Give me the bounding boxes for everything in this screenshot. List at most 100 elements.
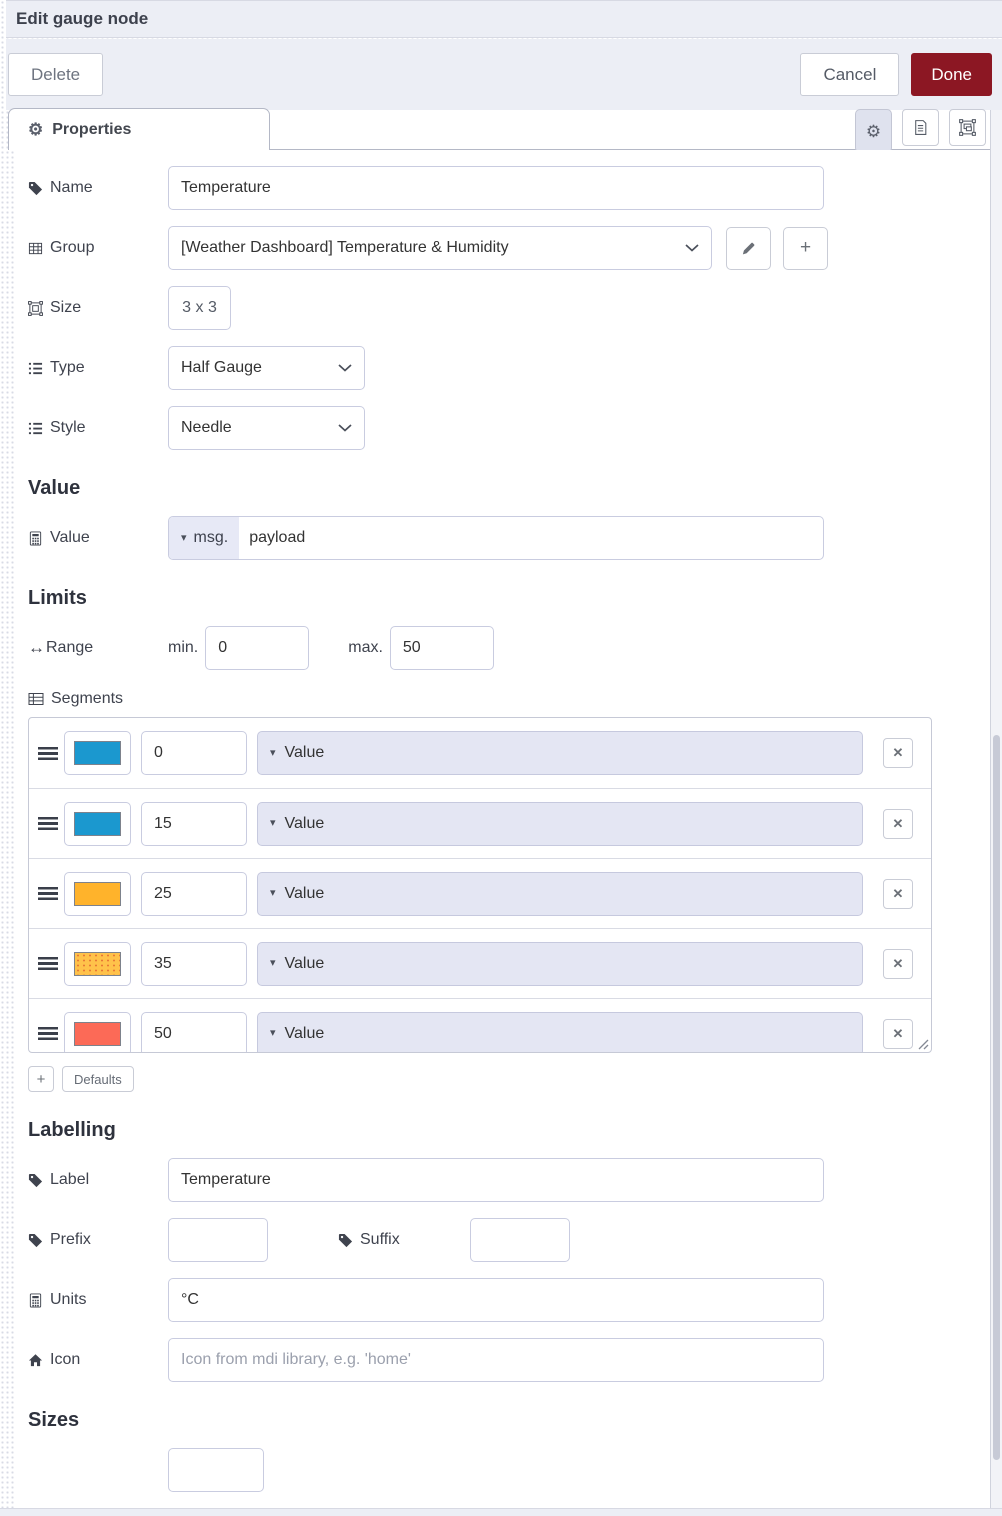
- list-icon: [28, 362, 43, 374]
- description-tab-button[interactable]: [902, 109, 939, 146]
- object-group-icon: [959, 119, 976, 136]
- tab-properties[interactable]: ⚙ Properties: [8, 108, 270, 150]
- gear-icon: ⚙: [865, 121, 882, 141]
- segment-type-dropdown[interactable]: ▾ Value: [257, 871, 863, 916]
- range-label: ↔ Range: [28, 638, 94, 657]
- size-row: Size 3 x 3: [28, 286, 990, 330]
- dialog-bottom-edge: [0, 1508, 1002, 1516]
- color-swatch: [74, 951, 121, 976]
- home-icon: [28, 1353, 43, 1366]
- segment-color-button[interactable]: [64, 1011, 131, 1052]
- value-input-text[interactable]: payload: [239, 529, 305, 547]
- name-input[interactable]: [168, 166, 824, 210]
- segment-value-input[interactable]: [141, 801, 247, 846]
- sizes-partial-input[interactable]: [168, 1448, 264, 1492]
- resize-handle-icon[interactable]: [914, 1035, 929, 1050]
- remove-segment-button[interactable]: ✕: [883, 878, 913, 909]
- segment-type-dropdown[interactable]: ▾ Value: [257, 731, 863, 775]
- size-button[interactable]: 3 x 3: [168, 286, 231, 330]
- add-segment-button[interactable]: +: [28, 1066, 54, 1092]
- segment-color-button[interactable]: [64, 801, 131, 846]
- scrollbar-track[interactable]: [990, 110, 1002, 1508]
- tag-icon: [28, 1233, 43, 1247]
- tab-bar: ⚙ Properties ⚙: [8, 108, 990, 153]
- segment-type-dropdown[interactable]: ▾ Value: [257, 941, 863, 986]
- value-label: Value: [28, 529, 168, 547]
- units-row: Units: [28, 1278, 990, 1322]
- segment-value-input[interactable]: [141, 941, 247, 986]
- type-row: Type Half Gauge: [28, 346, 990, 390]
- appearance-tab-button[interactable]: [949, 109, 986, 146]
- tag-icon: [28, 181, 43, 195]
- close-icon: ✕: [892, 815, 904, 831]
- label-input[interactable]: [168, 1158, 824, 1202]
- calculator-icon: [29, 530, 42, 546]
- prefix-input[interactable]: [168, 1218, 268, 1262]
- max-label: max.: [348, 639, 383, 656]
- sizes-section-heading: Sizes: [28, 1409, 80, 1431]
- name-label: Name: [28, 179, 168, 197]
- segment-type-dropdown[interactable]: ▾ Value: [257, 801, 863, 846]
- value-typed-input[interactable]: ▾ msg. payload: [168, 516, 824, 560]
- tag-icon: [28, 1173, 43, 1187]
- dialog-button-bar: Delete Cancel Done: [6, 39, 1002, 110]
- segment-value-input[interactable]: [141, 1011, 247, 1052]
- segment-color-button[interactable]: [64, 941, 131, 986]
- sizes-partial-row: [28, 1448, 990, 1492]
- segment-color-button[interactable]: [64, 871, 131, 916]
- label-label: Label: [28, 1171, 168, 1189]
- style-select[interactable]: Needle: [168, 406, 365, 450]
- scrollbar-thumb[interactable]: [993, 735, 1000, 1460]
- segment-color-button[interactable]: [64, 731, 131, 775]
- delete-button[interactable]: Delete: [8, 53, 104, 96]
- remove-segment-button[interactable]: ✕: [883, 1018, 913, 1049]
- segment-value-input[interactable]: [141, 731, 247, 775]
- add-group-button[interactable]: +: [783, 226, 828, 270]
- caret-down-icon: ▾: [270, 817, 276, 829]
- calculator-icon: [29, 1292, 42, 1308]
- drag-handle-icon[interactable]: [38, 957, 58, 970]
- group-select[interactable]: [Weather Dashboard] Temperature & Humidi…: [168, 226, 712, 270]
- color-swatch: [74, 811, 121, 836]
- units-input[interactable]: [168, 1278, 824, 1322]
- segment-value-input[interactable]: [141, 871, 247, 916]
- done-button[interactable]: Done: [911, 53, 992, 96]
- size-label: Size: [28, 299, 168, 317]
- icon-input[interactable]: [168, 1338, 824, 1382]
- label-row: Label: [28, 1158, 990, 1202]
- caret-down-icon: ▾: [270, 746, 276, 759]
- edit-group-button[interactable]: [726, 226, 771, 270]
- drag-handle-icon[interactable]: [38, 746, 58, 760]
- range-max-input[interactable]: [389, 626, 494, 670]
- segment-type-dropdown[interactable]: ▾ Value: [257, 1011, 863, 1052]
- style-label: Style: [28, 419, 168, 437]
- remove-segment-button[interactable]: ✕: [883, 808, 913, 839]
- chevron-down-icon: [338, 364, 352, 372]
- value-section-heading: Value: [28, 477, 81, 499]
- defaults-button[interactable]: Defaults: [62, 1066, 134, 1092]
- suffix-input[interactable]: [469, 1218, 570, 1262]
- group-row: Group [Weather Dashboard] Temperature & …: [28, 226, 990, 270]
- drag-handle-icon[interactable]: [38, 887, 58, 900]
- segment-row: ▾ Value ✕: [29, 928, 931, 998]
- drag-handle-icon[interactable]: [38, 817, 58, 830]
- segments-list: ▾ Value ✕ ▾ Value ✕: [28, 717, 932, 1053]
- cancel-button[interactable]: Cancel: [800, 53, 900, 96]
- min-label: min.: [168, 639, 199, 656]
- value-row: Value ▾ msg. payload: [28, 516, 990, 560]
- prefix-suffix-row: Prefix Suffix: [28, 1218, 990, 1262]
- drag-handle-icon[interactable]: [38, 1027, 58, 1040]
- arrows-horizontal-icon: ↔: [28, 638, 45, 657]
- color-swatch: [74, 741, 121, 765]
- range-min-input[interactable]: [205, 626, 310, 670]
- close-icon: ✕: [892, 745, 904, 760]
- msg-type-button[interactable]: ▾ msg.: [169, 517, 240, 559]
- icon-label: Icon: [28, 1351, 168, 1369]
- properties-tab-button[interactable]: ⚙: [855, 109, 892, 153]
- type-select[interactable]: Half Gauge: [168, 346, 365, 390]
- object-group-icon: [28, 300, 43, 316]
- segment-row: ▾ Value ✕: [29, 718, 931, 788]
- pencil-icon: [742, 242, 755, 254]
- remove-segment-button[interactable]: ✕: [883, 738, 913, 768]
- remove-segment-button[interactable]: ✕: [883, 948, 913, 979]
